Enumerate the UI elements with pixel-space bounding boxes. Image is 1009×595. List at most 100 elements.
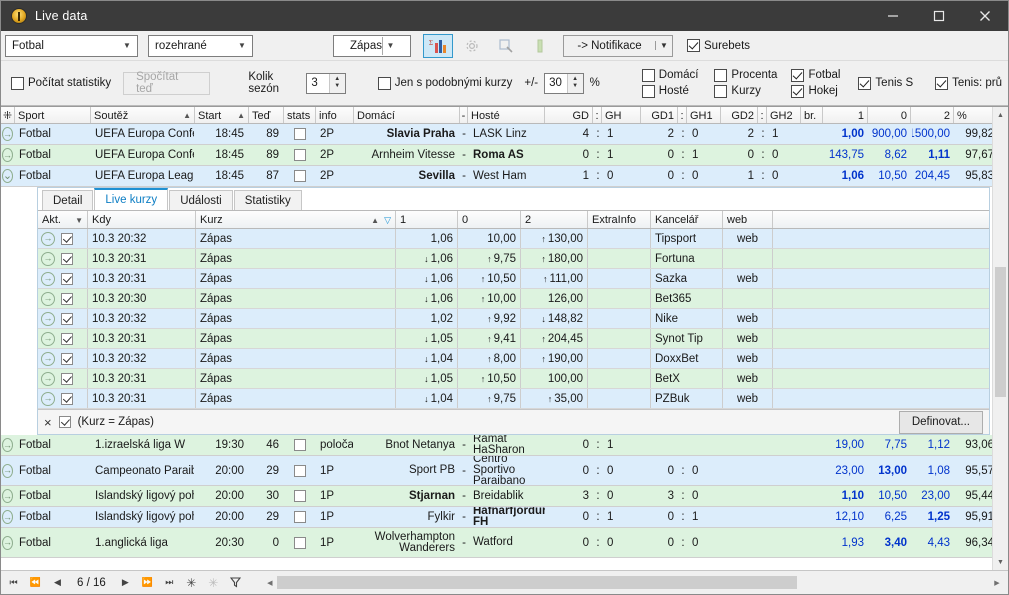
expand-row-icon[interactable]: → bbox=[2, 463, 13, 478]
table-row[interactable]: → Fotbal Islandský ligový poh 20:00 29 1P Fylk… bbox=[1, 507, 1008, 528]
filter-checkbox-kurzy[interactable]: Kurzy bbox=[714, 84, 777, 98]
live-odds-column-header[interactable]: web bbox=[723, 211, 773, 228]
expand-row-icon[interactable]: → bbox=[2, 127, 13, 141]
live-odds-row[interactable]: → 10.3 20:30 Zápas ↓ 1,06 ↑ 10,00 126,00 Bet365 bbox=[38, 289, 989, 309]
live-odds-column-header[interactable]: 2 bbox=[521, 211, 588, 228]
stats-check-box[interactable] bbox=[293, 464, 306, 477]
stats-check-box[interactable] bbox=[293, 170, 306, 182]
expand-row-icon[interactable]: → bbox=[41, 391, 55, 406]
filter-checkbox-tenis-pru[interactable]: Tenis: prů bbox=[935, 76, 1002, 90]
grid-column-header[interactable]: : bbox=[758, 107, 767, 123]
live-odds-row[interactable]: → 10.3 20:31 Zápas ↓ 1,05 ↑ 10,50 100,00 BetX web bbox=[38, 369, 989, 389]
close-icon[interactable] bbox=[962, 1, 1008, 31]
grid-column-header[interactable]: br. bbox=[801, 107, 823, 123]
seasons-stepper[interactable]: 3 ▲ ▼ bbox=[306, 72, 346, 94]
row-active-check-box[interactable] bbox=[61, 372, 73, 385]
surebets-checkbox[interactable]: Surebets bbox=[687, 39, 750, 52]
row-active-check-box[interactable] bbox=[61, 312, 73, 325]
plusminus-stepper[interactable]: 30 ▲ ▼ bbox=[544, 72, 584, 94]
grid-column-header[interactable]: : bbox=[593, 107, 602, 123]
filter-checkbox-hokej[interactable]: Hokej bbox=[791, 84, 840, 98]
grid-column-header[interactable]: GD2 bbox=[721, 107, 758, 123]
filter-enabled-check-box[interactable] bbox=[58, 416, 71, 428]
minimize-icon[interactable] bbox=[870, 1, 916, 31]
table-row[interactable]: → Fotbal UEFA Europa Confe 18:45 89 2P Arnheim… bbox=[1, 145, 1008, 166]
grid-column-header[interactable]: Sport bbox=[15, 107, 91, 123]
expand-row-icon[interactable]: → bbox=[2, 148, 13, 162]
live-odds-actions-cell[interactable]: → bbox=[38, 389, 88, 408]
hscroll-track[interactable] bbox=[276, 575, 990, 590]
expand-row-icon[interactable]: → bbox=[2, 438, 13, 452]
grid-column-header[interactable]: Teď bbox=[249, 107, 284, 123]
tab-události[interactable]: Události bbox=[169, 190, 233, 210]
define-filter-button[interactable]: Definovat... bbox=[898, 410, 983, 434]
live-odds-actions-cell[interactable]: → bbox=[38, 249, 88, 268]
grid-column-header[interactable]: GD bbox=[545, 107, 593, 123]
row-active-check-box[interactable] bbox=[61, 392, 73, 405]
stats-check-box[interactable] bbox=[293, 511, 306, 523]
state-select[interactable]: rozehrané ▼ bbox=[148, 34, 253, 57]
row-expander-cell[interactable]: ⌄ bbox=[1, 166, 15, 186]
grid-column-header[interactable]: GH1 bbox=[687, 107, 721, 123]
cell-stats-checkbox[interactable] bbox=[284, 166, 316, 186]
collapse-row-icon[interactable]: ⌄ bbox=[1, 169, 14, 183]
live-odds-column-header[interactable]: ExtraInfo bbox=[588, 211, 651, 228]
filter-checkbox-procenta[interactable]: Procenta bbox=[714, 68, 777, 82]
expand-row-icon[interactable]: → bbox=[41, 271, 55, 286]
row-expander-cell[interactable]: → bbox=[1, 486, 15, 506]
grid-column-header[interactable]: 1 bbox=[823, 107, 868, 123]
live-odds-actions-cell[interactable]: → bbox=[38, 349, 88, 368]
row-active-check-box[interactable] bbox=[61, 252, 73, 265]
cell-stats-checkbox[interactable] bbox=[284, 456, 316, 485]
expand-row-icon[interactable]: → bbox=[41, 331, 55, 346]
gear-icon[interactable] bbox=[457, 34, 487, 58]
sort-ascending-icon[interactable]: ▲ bbox=[371, 216, 379, 225]
live-odds-row[interactable]: → 10.3 20:31 Zápas ↓ 1,06 ↑ 10,50 ↑ 111,00 Sazka w… bbox=[38, 269, 989, 289]
table-row[interactable]: ⌄ Fotbal UEFA Europa Leagu 18:45 87 2P Sevilla… bbox=[1, 166, 1008, 187]
stats-check-box[interactable] bbox=[293, 149, 306, 161]
clear-filter-icon[interactable]: × bbox=[44, 415, 52, 430]
grid-column-header[interactable]: 0 bbox=[868, 107, 911, 123]
tab-detail[interactable]: Detail bbox=[42, 190, 94, 210]
last-page-button[interactable]: ⏭ bbox=[161, 574, 178, 592]
table-row[interactable]: → Fotbal UEFA Europa Confe 18:45 89 2P Slavia … bbox=[1, 124, 1008, 145]
live-odds-column-header[interactable]: Akt. ▼ bbox=[38, 211, 88, 228]
search-wrench-icon[interactable] bbox=[491, 34, 521, 58]
grid-column-header[interactable]: GD1 bbox=[641, 107, 678, 123]
expand-row-icon[interactable]: → bbox=[41, 371, 55, 386]
live-odds-row[interactable]: → 10.3 20:32 Zápas 1,02 ↑ 9,92 ↓ 148,82 Nike web bbox=[38, 309, 989, 329]
sort-descending-icon[interactable]: ▼ bbox=[75, 216, 83, 225]
next-chunk-button[interactable]: ⏩ bbox=[139, 574, 156, 592]
live-odds-column-header[interactable]: Kurz ▲ ▽ bbox=[196, 211, 396, 228]
filter-checkbox-fotbal[interactable]: Fotbal bbox=[791, 68, 840, 82]
calc-now-button[interactable]: Spočítat teď bbox=[123, 71, 211, 95]
grid-column-header[interactable]: GH2 bbox=[767, 107, 801, 123]
live-odds-actions-cell[interactable]: → bbox=[38, 269, 88, 288]
expand-row-icon[interactable]: → bbox=[41, 231, 55, 246]
grid-column-header[interactable]: : bbox=[678, 107, 687, 123]
plusminus-spinner-arrows[interactable]: ▲ ▼ bbox=[566, 73, 583, 93]
row-active-check-box[interactable] bbox=[61, 332, 73, 345]
add-record-button[interactable]: ✳ bbox=[183, 574, 200, 592]
scroll-up-icon[interactable]: ▲ bbox=[993, 107, 1008, 123]
cell-stats-checkbox[interactable] bbox=[284, 528, 316, 557]
expand-row-icon[interactable]: → bbox=[2, 535, 13, 550]
stats-check-box[interactable] bbox=[293, 490, 306, 502]
table-row[interactable]: → Fotbal Islandský ligový poh 20:00 30 1P Stja… bbox=[1, 486, 1008, 507]
add-record-disabled-icon[interactable]: ✳ bbox=[205, 574, 222, 592]
grid-column-header[interactable]: ⁜ bbox=[1, 107, 15, 123]
seasons-spinner-arrows[interactable]: ▲ ▼ bbox=[328, 73, 345, 93]
row-expander-cell[interactable]: → bbox=[1, 528, 15, 557]
next-page-button[interactable]: ▶ bbox=[117, 574, 134, 592]
live-odds-actions-cell[interactable]: → bbox=[38, 309, 88, 328]
tab-live-kurzy[interactable]: Live kurzy bbox=[94, 188, 169, 210]
column-icon[interactable] bbox=[525, 34, 555, 58]
row-active-check-box[interactable] bbox=[61, 352, 73, 365]
grid-vertical-scrollbar[interactable]: ▲ ▼ bbox=[992, 107, 1008, 570]
row-expander-cell[interactable]: → bbox=[1, 145, 15, 165]
row-active-check-box[interactable] bbox=[61, 232, 73, 245]
grid-column-header[interactable]: Hosté bbox=[468, 107, 545, 123]
expand-row-icon[interactable]: → bbox=[41, 311, 55, 326]
live-odds-actions-cell[interactable]: → bbox=[38, 229, 88, 248]
cell-stats-checkbox[interactable] bbox=[284, 507, 316, 527]
